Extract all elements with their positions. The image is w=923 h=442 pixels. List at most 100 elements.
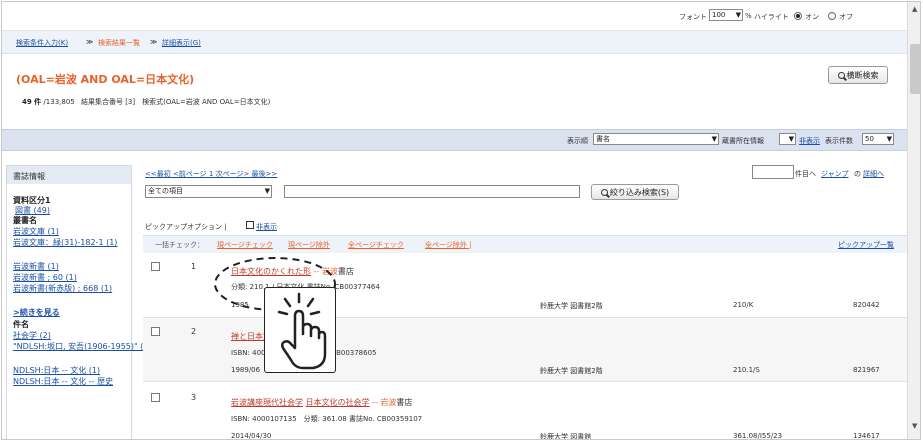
row-checkbox[interactable] xyxy=(151,327,160,336)
filter-search-button[interactable]: 絞り込み検索(S) xyxy=(591,184,679,200)
facet-item[interactable]: NDLSH:日本 -- 文化 -- 歴史 xyxy=(13,376,113,387)
tap-hand-callout xyxy=(264,287,336,373)
breadcrumb: 検索条件入力(K) ≫ 検索結果一覧 ≫ 詳細表示(G) xyxy=(2,31,907,54)
vertical-scrollbar[interactable]: ▲ ▼ xyxy=(907,2,920,439)
facet-heading: 件名 xyxy=(13,320,29,329)
facet-heading: 叢書名 xyxy=(13,216,37,225)
table-row: 3 岩波講座現代社会学 日本文化の社会学 -- 岩波書店 ISBN: 40001… xyxy=(143,382,908,440)
cross-search-label: 横断検索 xyxy=(846,70,879,80)
breadcrumb-sep: ≫ xyxy=(86,38,94,46)
chevron-down-icon: ▼ xyxy=(711,135,717,143)
holdings-select[interactable]: ▼ xyxy=(779,133,796,145)
facet-sidebar: 書誌情報 資料区分1 図書 (49) 叢書名 岩波文庫 (1) 岩波文庫：緑(3… xyxy=(6,165,152,439)
search-icon xyxy=(837,71,845,79)
result-date: 2014/04/30 xyxy=(231,432,272,440)
page-check-link[interactable]: 現ページチェック xyxy=(217,240,273,250)
pager[interactable]: <<最初 <前ページ 1 次ページ> 最後>> xyxy=(145,169,277,179)
highlight-on-radio[interactable] xyxy=(794,11,802,20)
publisher-highlight: -- 岩波 xyxy=(372,398,397,407)
result-total: /133,805 xyxy=(43,98,75,106)
result-info: 結果集合番号 [3] 検索式(OAL=岩波 AND OAL=日本文化) xyxy=(80,98,271,106)
font-size-select[interactable]: 100 ▼ xyxy=(709,9,743,21)
highlight-off-label: オフ xyxy=(839,13,853,21)
chevron-down-icon: ▼ xyxy=(886,135,892,143)
scroll-down-icon[interactable]: ▼ xyxy=(912,422,917,430)
facet-item[interactable]: 岩波新書(新赤版) ; 668 (1) xyxy=(13,283,112,294)
result-title-line: 岩波講座現代社会学 日本文化の社会学 -- 岩波書店 xyxy=(231,397,412,408)
pickup-label: ピックアップオプション | xyxy=(145,223,227,231)
filter-scope-value: 全ての項目 xyxy=(148,187,183,195)
count-label: 表示件数 xyxy=(825,137,853,145)
facet-item[interactable]: NDLSH:日本 -- 文化 (1) xyxy=(13,365,100,376)
all-exclude-link[interactable]: 全ページ除外 | xyxy=(425,240,471,250)
top-bar: フォント 100 ▼ % ハイライト オン オフ xyxy=(2,2,907,31)
pickup-hide-link[interactable]: 非表示 xyxy=(256,222,277,232)
facet-more-link[interactable]: >続きを見る xyxy=(13,307,60,318)
font-size-value: 100 xyxy=(712,11,726,19)
jump-suffix: 件目へ xyxy=(795,170,816,178)
percent-label: % xyxy=(745,12,752,20)
facet-item[interactable]: 岩波文庫 (1) xyxy=(13,226,59,237)
row-number: 3 xyxy=(191,393,197,402)
breadcrumb-detail[interactable]: 詳細表示(G) xyxy=(162,38,201,48)
filter-search-label: 絞り込み検索(S) xyxy=(609,187,670,197)
jump-input[interactable] xyxy=(752,165,794,179)
all-check-link[interactable]: 全ページチェック xyxy=(348,240,404,250)
holdings-hide-link[interactable]: 非表示 xyxy=(799,136,820,146)
hand-pointer-icon xyxy=(277,292,327,370)
pickup-list-link[interactable]: ピックアップ一覧 xyxy=(838,240,894,250)
breadcrumb-search-input[interactable]: 検索条件入力(K) xyxy=(16,38,68,48)
scroll-up-icon[interactable]: ▲ xyxy=(912,5,917,13)
jump-link[interactable]: ジャンプ xyxy=(821,169,848,179)
result-summary: 49 件 /133,805 結果集合番号 [3] 検索式(OAL=岩波 AND … xyxy=(22,97,270,107)
result-callno: 361.08/I55/23 xyxy=(733,432,783,440)
result-callno: 210/K xyxy=(733,301,754,309)
result-id: 820442 xyxy=(853,301,880,309)
result-count: 49 件 xyxy=(22,98,42,106)
browser-frame: フォント 100 ▼ % ハイライト オン オフ 検索条件入力(K) ≫ 検索結果… xyxy=(1,1,921,440)
bulk-label: 一括チェック： xyxy=(155,241,204,249)
display-options-bar: 表示順 書名 ▼ 蔵書所在情報 ▼ 非表示 表示件数 50 ▼ xyxy=(2,129,907,151)
chevron-down-icon: ▼ xyxy=(735,11,741,19)
result-title-link[interactable]: 岩波講座現代社会学 xyxy=(231,398,303,407)
row-checkbox[interactable] xyxy=(151,262,160,271)
row-number: 2 xyxy=(191,327,197,336)
facet-title: 書誌情報 xyxy=(13,172,45,181)
row-checkbox[interactable] xyxy=(151,393,160,402)
result-location: 鈴鹿大学 図書館 xyxy=(540,433,592,440)
sort-select[interactable]: 書名 ▼ xyxy=(593,133,719,145)
facet-header: 書誌情報 xyxy=(7,166,131,184)
result-meta: ISBN: 4000107135 分類: 361.08 書誌No. CB0035… xyxy=(231,415,423,423)
highlight-on-label: オン xyxy=(805,13,819,21)
breadcrumb-sep: ≫ xyxy=(150,38,158,46)
scrollbar-thumb[interactable] xyxy=(910,44,920,94)
detail-prefix: の xyxy=(854,170,861,178)
cross-search-button[interactable]: 横断検索 xyxy=(828,66,888,84)
page-exclude-link[interactable]: 現ページ除外 xyxy=(288,240,330,250)
query-title: (OAL=岩波 AND OAL=日本文化) xyxy=(16,73,195,86)
facet-item[interactable]: 岩波新書 (1) xyxy=(13,261,59,272)
facet-item[interactable]: 岩波文庫：緑(31)-182-1 (1) xyxy=(13,237,117,248)
filter-scope-select[interactable]: 全ての項目 ▼ xyxy=(145,185,272,198)
filter-input[interactable] xyxy=(284,185,580,198)
search-icon xyxy=(600,188,608,196)
result-location: 鈴鹿大学 図書館2階 xyxy=(540,302,603,310)
table-row: 2 禅と日本文化 ISBN: 4004 ... 210.1 書誌No. CB00… xyxy=(143,318,908,382)
chevron-down-icon: ▼ xyxy=(264,187,270,195)
result-date: 1989/06 xyxy=(231,366,261,374)
publisher-rest: 書店 xyxy=(396,398,413,407)
count-select[interactable]: 50 ▼ xyxy=(862,133,894,145)
facet-item[interactable]: 岩波新書 ; 60 (1) xyxy=(13,272,77,283)
detail-link[interactable]: 詳細へ xyxy=(863,169,884,179)
font-size-label: フォント xyxy=(679,13,707,21)
row-number: 1 xyxy=(191,262,197,271)
facet-item[interactable]: 社会学 (2) xyxy=(13,330,51,341)
result-title-link[interactable]: 日本文化の社会学 xyxy=(306,398,370,407)
result-location: 鈴鹿大学 図書館2階 xyxy=(540,367,603,375)
sort-value: 書名 xyxy=(596,135,610,143)
sort-label: 表示順 xyxy=(567,137,588,145)
facet-item[interactable]: "NDLSH:坂口, 安吾(1906-1955)" (1) xyxy=(13,341,152,352)
result-id: 134617 xyxy=(853,432,880,440)
chevron-down-icon: ▼ xyxy=(788,135,794,143)
highlight-off-radio[interactable] xyxy=(828,11,836,20)
